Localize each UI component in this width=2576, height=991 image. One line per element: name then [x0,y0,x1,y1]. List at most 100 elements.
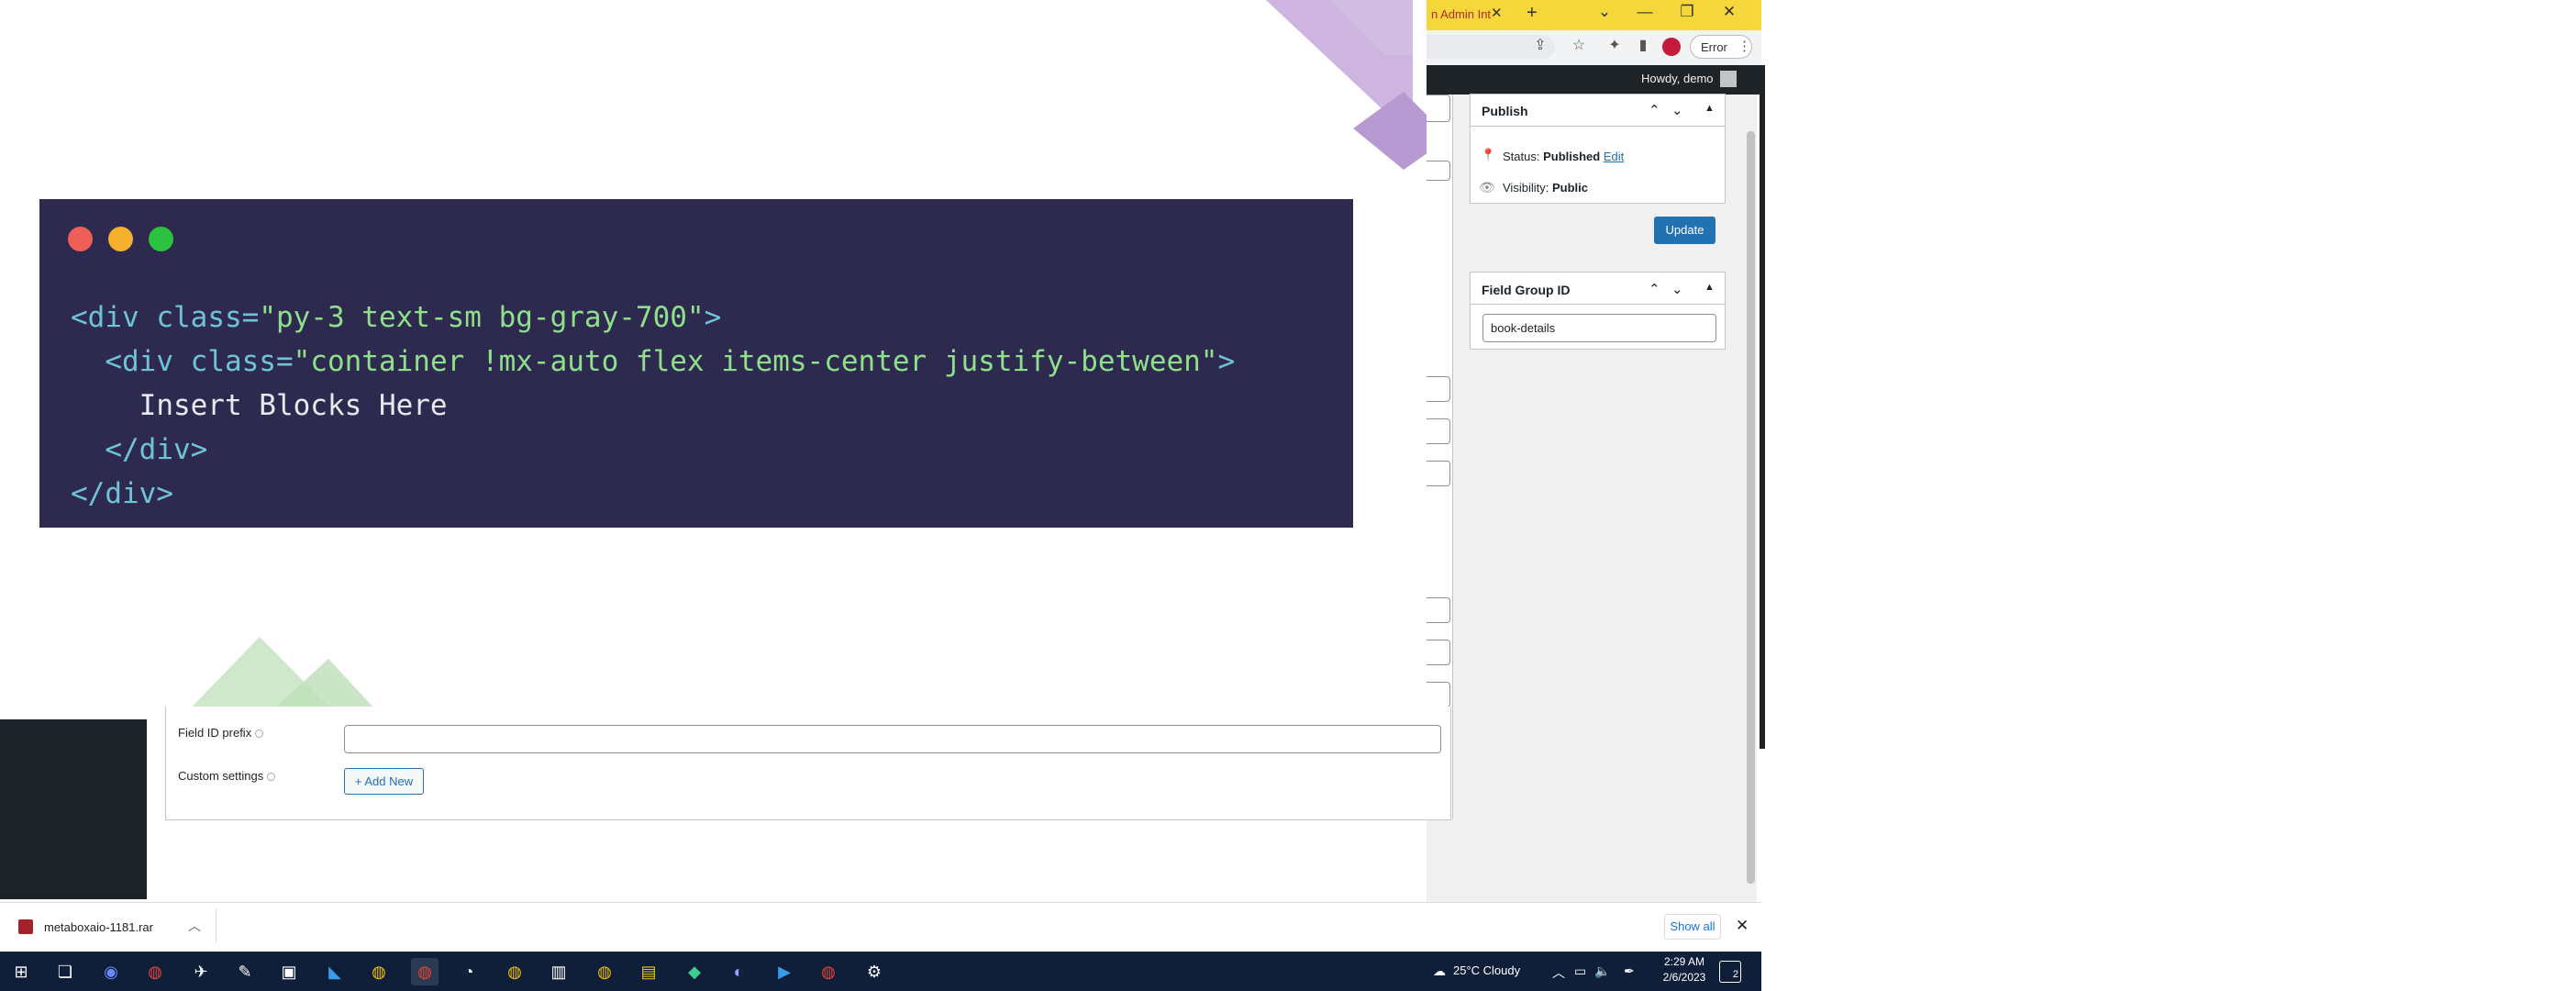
app-icon[interactable]: ◐ [725,958,752,985]
select-edge[interactable] [1427,461,1450,486]
minimize-icon[interactable]: — [1633,3,1657,21]
code-line-5: </div> [71,477,173,510]
pen-icon[interactable]: ✒ [1624,963,1635,979]
input-edge[interactable] [1427,640,1450,665]
chrome-icon[interactable]: ◍ [365,958,393,985]
code-tag: > [1217,345,1236,378]
admin-sidebar [0,719,147,899]
browser-tab-title[interactable]: n Admin Int [1431,7,1491,21]
window-close-icon[interactable]: ✕ [1717,3,1741,21]
code-attr: class= [190,345,294,378]
start-windows-icon[interactable]: ⊞ [7,958,35,985]
downloads-bar [0,902,1761,952]
tab-close-icon[interactable]: ✕ [1491,5,1503,21]
field-id-prefix-label: Field ID prefix [178,726,264,740]
chrome-icon[interactable]: ◍ [815,958,842,985]
weather-text[interactable]: 25°C Cloudy [1453,963,1520,977]
code-attr: class= [156,301,260,334]
menu-dots-icon[interactable]: ⋮ [1738,38,1751,54]
select-edge[interactable] [1427,418,1450,444]
code-tag: <div [71,345,191,378]
field-id-prefix-input[interactable] [344,725,1441,753]
app-icon[interactable]: ✎ [231,958,259,985]
chrome-profile-icon[interactable]: ◍ [141,958,169,985]
bookmark-star-icon[interactable]: ☆ [1569,36,1589,54]
status-edit-link[interactable]: Edit [1604,150,1624,163]
rar-file-icon [18,919,33,934]
notification-center-icon[interactable]: 2 [1719,961,1741,983]
code-tag: > [704,301,722,334]
move-down-icon[interactable]: ⌄ [1671,102,1683,118]
field-id-prefix-text: Field ID prefix [178,726,252,740]
pin-icon: 📍 [1481,148,1496,161]
zoom-icon[interactable]: ◉ [97,958,125,985]
app-icon[interactable]: ◆ [681,958,708,985]
profile-avatar[interactable] [1662,38,1681,56]
field-edge[interactable] [1427,161,1450,181]
app-icon[interactable]: ▶ [771,958,798,985]
visibility-value: Public [1551,181,1588,195]
visibility-line: Visibility: Public [1503,181,1588,195]
title-input-edge[interactable] [1427,95,1450,122]
side-panel-icon[interactable]: ▮ [1633,36,1653,54]
system-clock[interactable]: 2:29 AM 2/6/2023 [1657,954,1712,985]
new-tab-icon[interactable]: + [1527,3,1538,24]
howdy-user[interactable]: Howdy, demo [1641,72,1714,85]
update-button[interactable]: Update [1654,217,1715,244]
collapse-icon[interactable]: ▲ [1704,282,1715,293]
help-icon[interactable] [267,773,276,782]
vscode-icon[interactable]: ◣ [321,958,349,985]
move-up-icon[interactable]: ⌃ [1649,102,1660,118]
collapse-icon[interactable]: ▲ [1704,103,1715,114]
select-edge[interactable] [1427,376,1450,402]
field-group-id-input[interactable]: book-details [1482,314,1716,342]
chrome-icon[interactable]: ◍ [591,958,618,985]
weather-icon[interactable]: ☁ [1433,963,1446,979]
select-edge[interactable] [1427,597,1450,623]
custom-settings-label: Custom settings [178,769,276,783]
app-icon[interactable]: ▥ [545,958,572,985]
volume-icon[interactable]: 🔈 [1594,963,1610,979]
status-label: Status: [1503,150,1540,163]
app-icon[interactable]: ⚙ [861,958,888,985]
code-line-3: Insert Blocks Here [71,389,448,422]
add-new-button[interactable]: + Add New [344,768,424,795]
code-string: "py-3 text-sm bg-gray-700" [259,301,705,334]
status-line: Status: Published Edit [1503,150,1624,163]
user-avatar[interactable] [1720,71,1737,87]
code-line-4: </div> [71,433,208,466]
chevron-up-icon[interactable]: ︿ [188,917,201,935]
download-file-name[interactable]: metaboxaio-1181.rar [44,920,153,934]
window-right-edge [1760,65,1765,749]
file-explorer-icon[interactable]: ▤ [635,958,662,985]
task-view-icon[interactable]: ❏ [51,958,79,985]
move-down-icon[interactable]: ⌄ [1671,281,1683,297]
move-up-icon[interactable]: ⌃ [1649,281,1660,297]
editor-background [1427,95,1753,902]
eye-icon: 👁 [1479,180,1495,195]
chrome-icon[interactable]: ◍ [501,958,528,985]
window-dot-red [68,227,93,251]
app-icon[interactable]: ▣ [275,958,303,985]
share-icon[interactable]: ⇪ [1530,36,1550,54]
show-all-button[interactable]: Show all [1664,914,1721,940]
close-downloads-icon[interactable]: ✕ [1736,917,1749,935]
restore-icon[interactable]: ❐ [1675,3,1699,21]
code-string: "container !mx-auto flex items-center ju… [293,345,1218,378]
chrome-active-icon[interactable]: ◍ [411,958,439,985]
help-icon[interactable] [255,729,264,739]
network-icon[interactable]: ▭ [1574,963,1586,979]
extensions-icon[interactable]: ✦ [1604,36,1625,54]
code-line-2: <div class="container !mx-auto flex item… [71,345,1235,378]
publish-title: Publish [1482,104,1528,118]
code-line-1: <div class="py-3 text-sm bg-gray-700"> [71,301,721,334]
app-icon[interactable]: ✈ [187,958,215,985]
downloads-separator [216,908,217,943]
github-icon[interactable]: ◔ [455,958,483,985]
clock-time: 2:29 AM [1663,955,1705,968]
input-edge[interactable] [1427,682,1450,707]
scrollbar-thumb[interactable] [1747,131,1755,884]
tray-chevron-icon[interactable]: ︿ [1552,963,1565,982]
clock-date: 2/6/2023 [1662,971,1706,984]
tab-search-icon[interactable]: ⌄ [1593,3,1616,21]
